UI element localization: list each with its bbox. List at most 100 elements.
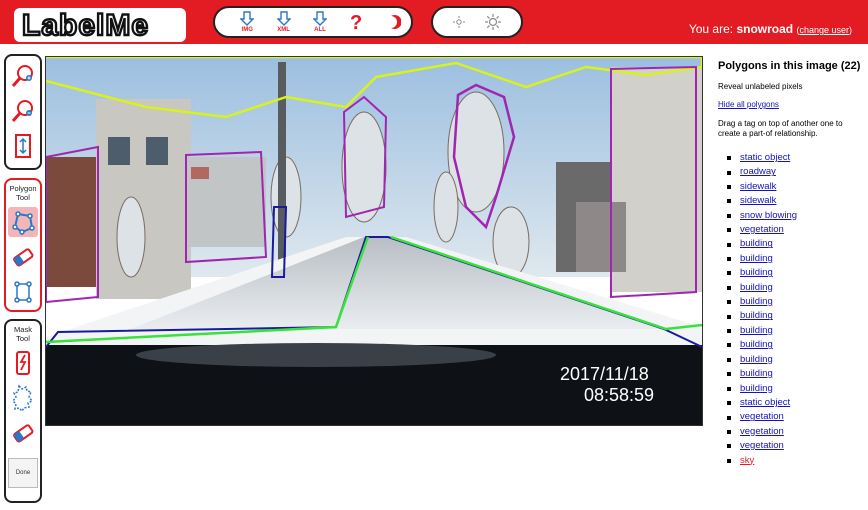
list-item: building xyxy=(718,266,864,280)
list-item: sidewalk xyxy=(718,194,864,208)
polygon-link[interactable]: building xyxy=(740,252,773,266)
download-xml-button[interactable]: XML xyxy=(265,8,301,36)
mask-erase-button[interactable] xyxy=(8,418,38,448)
polygon-link[interactable]: sidewalk xyxy=(740,180,776,194)
polygon-link[interactable]: sidewalk xyxy=(740,194,776,208)
bullet-icon xyxy=(727,271,731,276)
svg-text:LabelMe: LabelMe xyxy=(22,9,149,42)
bullet-icon xyxy=(727,357,731,362)
bullet-icon xyxy=(727,285,731,290)
polygon-link[interactable]: building xyxy=(740,324,773,338)
night-mode-moon-icon xyxy=(390,15,401,29)
labelme-logo[interactable]: LabelMe xyxy=(14,6,186,42)
list-item: vegetation xyxy=(718,425,864,439)
polygon-link[interactable]: vegetation xyxy=(740,410,784,424)
list-item: static object xyxy=(718,396,864,410)
brightness-high-icon[interactable] xyxy=(484,13,502,31)
list-item: sky xyxy=(718,454,864,468)
fit-image-button[interactable] xyxy=(8,131,38,161)
polygon-draw-button[interactable] xyxy=(8,207,38,237)
fit-image-icon xyxy=(15,134,31,158)
bullet-icon xyxy=(727,444,731,449)
download-arrow-icon xyxy=(240,10,255,26)
list-item: vegetation xyxy=(718,439,864,453)
list-item: vegetation xyxy=(718,223,864,237)
annotated-road-image: 2017/11/18 08:58:59 xyxy=(46,57,702,425)
bullet-icon xyxy=(727,300,731,305)
bullet-icon xyxy=(727,429,731,434)
bullet-icon xyxy=(727,242,731,247)
list-item: building xyxy=(718,252,864,266)
timestamp-time: 08:58:59 xyxy=(584,385,654,405)
eraser-icon xyxy=(13,424,34,443)
polygon-link[interactable]: building xyxy=(740,295,773,309)
mask-select-button[interactable] xyxy=(8,383,38,413)
polygon-link[interactable]: vegetation xyxy=(740,223,784,237)
download-arrow-icon xyxy=(313,10,328,26)
panel-title: Polygons in this image (22) xyxy=(718,60,861,72)
night-mode-button[interactable] xyxy=(375,8,411,36)
header-bar: LabelMe IMG XML ALL ? You are: snowroad … xyxy=(0,0,868,44)
polygon-link[interactable]: static object xyxy=(740,396,790,410)
change-user-group: (change user) xyxy=(796,25,852,35)
polygon-link[interactable]: building xyxy=(740,281,773,295)
list-item: building xyxy=(718,382,864,396)
reveal-unlabeled-text[interactable]: Reveal unlabeled pixels xyxy=(718,82,864,91)
bullet-icon xyxy=(727,329,731,334)
bullet-icon xyxy=(727,314,731,319)
zoom-out-button[interactable] xyxy=(8,96,38,126)
bullet-icon xyxy=(727,415,731,420)
change-user-link[interactable]: change user xyxy=(799,25,849,35)
list-item: building xyxy=(718,309,864,323)
bullet-icon xyxy=(727,343,731,348)
bullet-icon xyxy=(727,199,731,204)
list-item: building xyxy=(718,353,864,367)
bullet-icon xyxy=(727,257,731,262)
list-item: vegetation xyxy=(718,410,864,424)
hide-all-polygons-link[interactable]: Hide all polygons xyxy=(718,100,864,109)
list-item: roadway xyxy=(718,165,864,179)
bullet-icon xyxy=(727,228,731,233)
list-item: building xyxy=(718,281,864,295)
eraser-icon xyxy=(13,248,34,267)
download-image-button[interactable]: IMG xyxy=(229,8,265,36)
brightness-toolbar xyxy=(431,6,523,38)
timestamp-date: 2017/11/18 xyxy=(560,364,649,384)
done-button[interactable]: Done xyxy=(8,458,38,488)
polygon-link[interactable]: snow blowing xyxy=(740,209,797,223)
polygon-link[interactable]: building xyxy=(740,367,773,381)
help-button[interactable]: ? xyxy=(338,8,374,36)
list-item: building xyxy=(718,338,864,352)
bullet-icon xyxy=(727,185,731,190)
polygon-list: static object roadway sidewalk sidewalk snow… xyxy=(718,151,864,468)
polygon-link[interactable]: roadway xyxy=(740,165,776,179)
list-item: static object xyxy=(718,151,864,165)
polygon-link[interactable]: building xyxy=(740,309,773,323)
polygon-link[interactable]: static object xyxy=(740,151,790,165)
polygon-link[interactable]: building xyxy=(740,382,773,396)
polygon-erase-button[interactable] xyxy=(8,242,38,272)
polygon-link[interactable]: building xyxy=(740,353,773,367)
brightness-low-icon[interactable] xyxy=(452,15,466,29)
user-prefix: You are: xyxy=(688,22,734,36)
download-all-button[interactable]: ALL xyxy=(302,8,338,36)
polygon-link[interactable]: building xyxy=(740,338,773,352)
annotation-canvas[interactable]: 2017/11/18 08:58:59 xyxy=(45,56,703,426)
polygon-link[interactable]: building xyxy=(740,237,773,251)
polygon-link[interactable]: vegetation xyxy=(740,439,784,453)
zoom-tools xyxy=(4,54,42,170)
polygon-link[interactable]: building xyxy=(740,266,773,280)
bounding-box-button[interactable] xyxy=(8,277,38,307)
polygon-link[interactable]: vegetation xyxy=(740,425,784,439)
mask-brush-button[interactable] xyxy=(8,348,38,378)
bullet-icon xyxy=(727,170,731,175)
polygon-panel: Polygons in this image (22) Reveal unlab… xyxy=(718,60,864,468)
polygon-link[interactable]: sky xyxy=(740,454,754,468)
list-item: building xyxy=(718,324,864,338)
list-item: building xyxy=(718,367,864,381)
instructions-text: Drag a tag on top of another one to crea… xyxy=(718,119,843,138)
svg-text:?: ? xyxy=(350,12,362,32)
download-all-label: ALL xyxy=(314,26,326,33)
zoom-in-button[interactable] xyxy=(8,61,38,91)
mask-select-icon xyxy=(13,384,33,412)
